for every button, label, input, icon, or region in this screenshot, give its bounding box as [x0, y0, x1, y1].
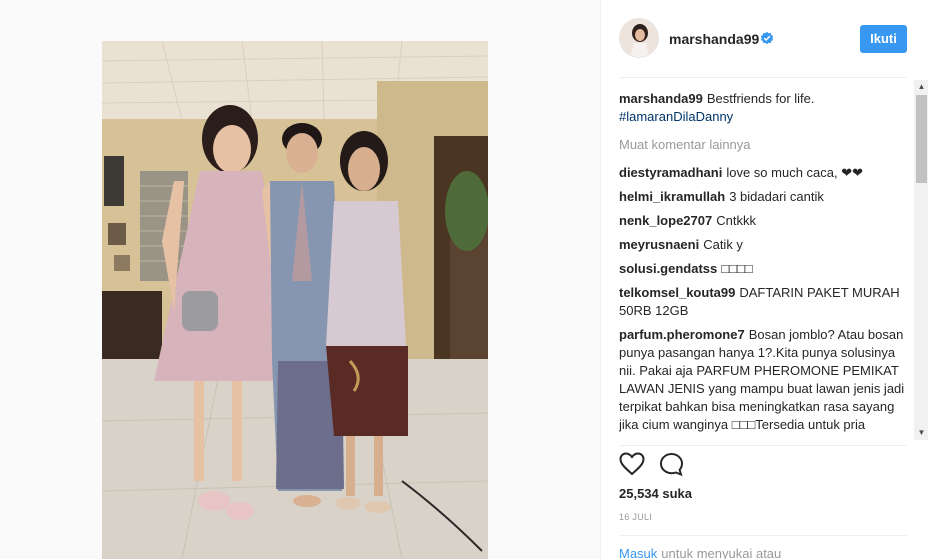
- list-item: helmi_ikramullah 3 bidadari cantik: [619, 188, 909, 206]
- list-item: solusi.gendatss □□□□: [619, 260, 909, 278]
- load-more-comments[interactable]: Muat komentar lainnya: [619, 136, 909, 154]
- list-item: meyrusnaeni Catik y: [619, 236, 909, 254]
- verified-badge-icon: [760, 31, 774, 45]
- list-item: nenk_lope2707 Cntkkk: [619, 212, 909, 230]
- caption-username[interactable]: marshanda99: [619, 91, 703, 106]
- heart-icon[interactable]: [619, 452, 645, 476]
- list-item: parfum.pheromone7 Bosan jomblo? Atau bosa…: [619, 326, 909, 434]
- comment-username[interactable]: diestyramadhani: [619, 165, 722, 180]
- scroll-up-arrow-icon[interactable]: ▲: [914, 80, 928, 94]
- comment-username[interactable]: telkomsel_kouta99: [619, 285, 735, 300]
- comment-username[interactable]: meyrusnaeni: [619, 237, 699, 252]
- comments-scrollbar[interactable]: ▲ ▼: [914, 80, 928, 440]
- comment-username[interactable]: solusi.gendatss: [619, 261, 717, 276]
- comment-username[interactable]: helmi_ikramullah: [619, 189, 725, 204]
- login-prompt-text: untuk menyukai atau: [661, 546, 782, 559]
- post-header: marshanda99 Ikuti: [619, 18, 907, 60]
- post-date: 16 JULI: [619, 512, 653, 522]
- list-item: diestyramadhani love so much caca, ❤❤: [619, 164, 909, 182]
- login-prompt: Masuk untuk menyukai atau: [619, 546, 781, 559]
- divider: [619, 445, 907, 446]
- comment-text: Bosan jomblo? Atau bosan punya pasangan …: [619, 327, 905, 432]
- comment-text: □□□□: [721, 261, 753, 276]
- post-username[interactable]: marshanda99: [669, 31, 759, 47]
- post-photo[interactable]: [102, 41, 488, 559]
- scroll-down-arrow-icon[interactable]: ▼: [914, 426, 928, 440]
- login-link[interactable]: Masuk: [619, 546, 657, 559]
- caption: marshanda99 Bestfriends for life. #lamara…: [619, 90, 909, 126]
- comment-username[interactable]: parfum.pheromone7: [619, 327, 745, 342]
- photo-pane: [0, 0, 600, 559]
- comment-text: Catik y: [703, 237, 743, 252]
- scroll-thumb[interactable]: [916, 95, 927, 183]
- list-item: telkomsel_kouta99 DAFTARIN PAKET MURAH 50…: [619, 284, 909, 320]
- avatar[interactable]: [619, 18, 659, 58]
- comment-username[interactable]: nenk_lope2707: [619, 213, 712, 228]
- comment-text: Cntkkk: [716, 213, 756, 228]
- comment-text: 3 bidadari cantik: [729, 189, 824, 204]
- comment-bubble-icon[interactable]: [659, 452, 684, 477]
- comment-text: love so much caca, ❤❤: [726, 165, 863, 180]
- likes-count[interactable]: 25,534 suka: [619, 486, 692, 501]
- caption-text: Bestfriends for life.: [706, 91, 815, 106]
- post-sidebar: marshanda99 Ikuti marshanda99 Bestfriends…: [600, 0, 928, 559]
- divider: [619, 535, 907, 536]
- comments-list: marshanda99 Bestfriends for life. #lamara…: [619, 90, 909, 440]
- caption-hashtag[interactable]: #lamaranDilaDanny: [619, 108, 909, 126]
- divider: [619, 77, 907, 78]
- follow-button[interactable]: Ikuti: [860, 25, 907, 53]
